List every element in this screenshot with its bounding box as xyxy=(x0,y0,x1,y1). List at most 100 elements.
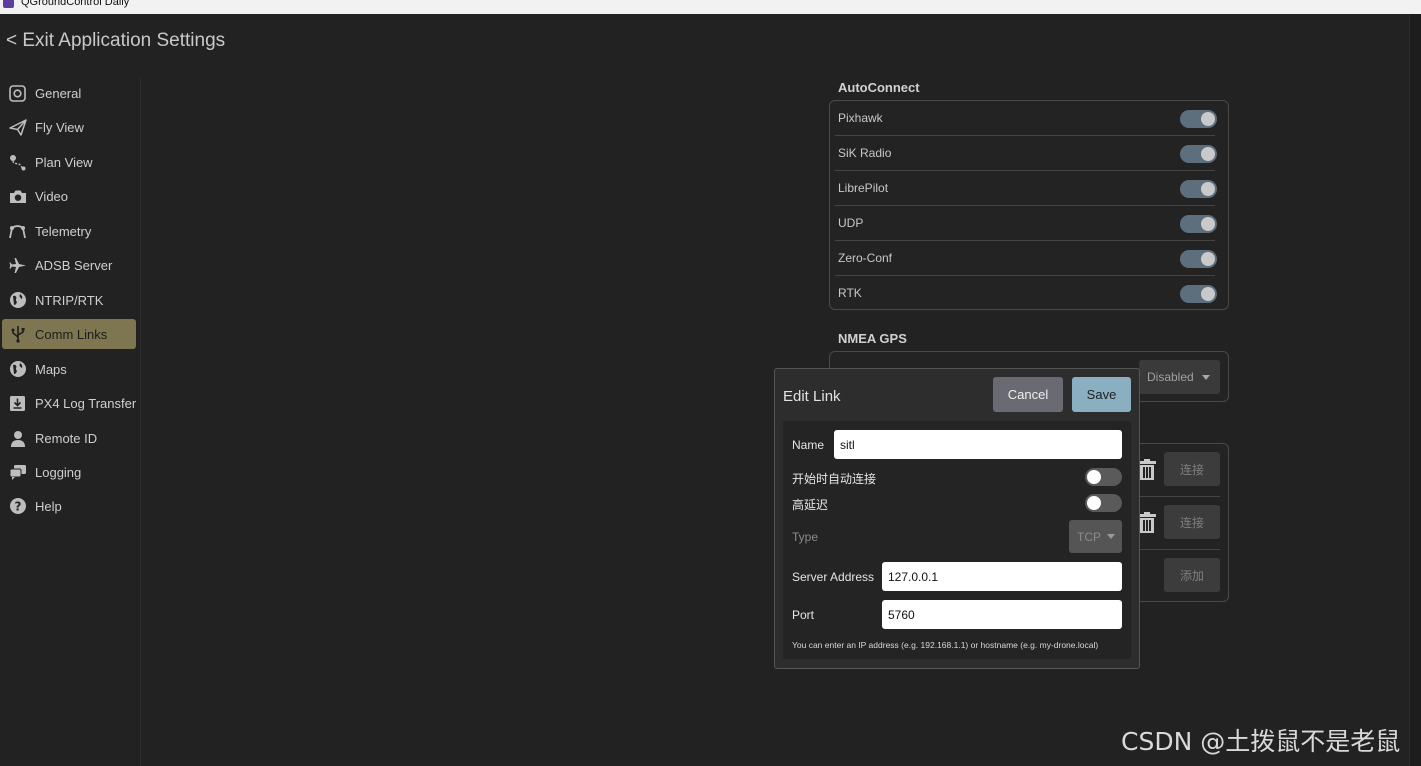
port-label: Port xyxy=(792,608,815,622)
camera-icon xyxy=(8,187,27,205)
connect-button[interactable]: 连接 xyxy=(1164,505,1220,539)
airplane-icon xyxy=(8,256,27,274)
autoconnect-label: LibrePilot xyxy=(838,181,889,195)
toggle-knob xyxy=(1201,182,1215,196)
row-divider xyxy=(1130,496,1220,497)
sidebar-item-general[interactable]: General xyxy=(2,78,136,108)
general-icon xyxy=(8,84,27,102)
sidebar-item-label: Video xyxy=(35,189,69,204)
port-field[interactable]: 5760 xyxy=(882,600,1122,629)
sidebar-item-label: Remote ID xyxy=(35,431,98,446)
sidebar-item-comm-links[interactable]: Comm Links xyxy=(2,319,136,349)
autoconnect-label: Zero-Conf xyxy=(838,251,893,265)
high-latency-label: 高延迟 xyxy=(792,498,829,512)
autoconnect-toggle[interactable] xyxy=(1180,180,1217,198)
watermark-text: CSDN @土拨鼠不是老鼠 xyxy=(1121,727,1401,756)
sidebar-item-plan-view[interactable]: Plan View xyxy=(2,147,136,177)
autoconnect-row-zero-conf: Zero-Conf xyxy=(830,241,1220,276)
sidebar-item-label: ADSB Server xyxy=(35,258,113,273)
autoconnect-label: RTK xyxy=(838,286,862,300)
sidebar-item-label: Help xyxy=(35,499,62,514)
sidebar-item-label: Logging xyxy=(35,465,82,480)
high-latency-toggle[interactable] xyxy=(1085,494,1122,512)
paper-plane-icon xyxy=(8,118,27,136)
autoconnect-label: SiK Radio xyxy=(838,146,892,160)
auto-connect-label: 开始时自动连接 xyxy=(792,472,877,486)
sidebar-item-telemetry[interactable]: Telemetry xyxy=(2,216,136,246)
sidebar-item-adsb-server[interactable]: ADSB Server xyxy=(2,250,136,280)
autoconnect-row-librepilot: LibrePilot xyxy=(830,171,1220,206)
save-button[interactable]: Save xyxy=(1072,377,1131,412)
autoconnect-toggle[interactable] xyxy=(1180,110,1217,128)
telemetry-icon xyxy=(8,222,27,240)
autoconnect-toggle[interactable] xyxy=(1180,145,1217,163)
name-field[interactable]: sitl xyxy=(834,430,1122,459)
sidebar-item-label: PX4 Log Transfer xyxy=(35,396,137,411)
autoconnect-row-pixhawk: Pixhawk xyxy=(830,101,1220,136)
row-divider xyxy=(1130,549,1220,550)
sidebar-item-label: Telemetry xyxy=(35,224,92,239)
sidebar-item-fly-view[interactable]: Fly View xyxy=(2,112,136,142)
sidebar-item-label: Maps xyxy=(35,362,67,377)
server-address-field[interactable]: 127.0.0.1 xyxy=(882,562,1122,591)
sidebar-item-help[interactable]: ? Help xyxy=(2,491,136,521)
chat-bubbles-icon xyxy=(8,463,27,481)
dialog-body: Name sitl 开始时自动连接 高延迟 Type TCP Server Ad… xyxy=(783,421,1131,659)
autoconnect-toggle[interactable] xyxy=(1180,215,1217,233)
edit-link-dialog: Edit Link Cancel Save Name sitl 开始时自动连接 … xyxy=(774,368,1140,669)
sidebar-item-label: Plan View xyxy=(35,155,93,170)
autoconnect-toggle[interactable] xyxy=(1180,250,1217,268)
address-hint: You can enter an IP address (e.g. 192.16… xyxy=(792,640,1099,650)
trash-icon[interactable] xyxy=(1137,459,1157,481)
toggle-knob xyxy=(1201,147,1215,161)
sidebar-item-logging[interactable]: Logging xyxy=(2,457,136,487)
dropdown-value: Disabled xyxy=(1147,370,1194,384)
toggle-knob xyxy=(1201,217,1215,231)
waypoint-path-icon xyxy=(8,153,27,171)
chevron-down-icon xyxy=(1201,374,1210,380)
nmea-gps-title: NMEA GPS xyxy=(838,331,907,346)
trash-icon[interactable] xyxy=(1137,512,1157,534)
qgc-app-icon xyxy=(3,0,14,8)
globe-icon xyxy=(8,360,27,378)
svg-text:?: ? xyxy=(14,500,21,514)
cancel-button[interactable]: Cancel xyxy=(993,377,1063,412)
chevron-down-icon xyxy=(1107,534,1115,539)
usb-icon xyxy=(8,325,27,343)
sidebar-divider xyxy=(140,78,141,766)
window-titlebar: QGroundControl Daily xyxy=(0,0,1421,14)
sidebar-item-ntrip-rtk[interactable]: NTRIP/RTK xyxy=(2,285,136,315)
person-icon xyxy=(8,429,27,447)
dropdown-value: TCP xyxy=(1077,529,1101,544)
autoconnect-row-sik-radio: SiK Radio xyxy=(830,136,1220,171)
sidebar-item-video[interactable]: Video xyxy=(2,181,136,211)
sidebar-item-maps[interactable]: Maps xyxy=(2,354,136,384)
autoconnect-title: AutoConnect xyxy=(838,80,920,95)
sidebar-item-label: NTRIP/RTK xyxy=(35,293,104,308)
name-label: Name xyxy=(792,438,825,452)
globe-icon xyxy=(8,291,27,309)
exit-settings-button[interactable]: < Exit Application Settings xyxy=(6,30,225,52)
window-right-edge xyxy=(1409,14,1421,766)
sidebar-item-remote-id[interactable]: Remote ID xyxy=(2,423,136,453)
autoconnect-label: Pixhawk xyxy=(838,111,883,125)
auto-connect-toggle[interactable] xyxy=(1085,468,1122,486)
connect-button[interactable]: 连接 xyxy=(1164,452,1220,486)
sidebar-item-px4-log-transfer[interactable]: PX4 Log Transfer xyxy=(2,388,136,418)
autoconnect-panel: Pixhawk SiK Radio LibrePilot UDP Zero-Co… xyxy=(829,100,1229,310)
nmea-device-dropdown[interactable]: Disabled xyxy=(1139,360,1220,394)
sidebar-item-label: Fly View xyxy=(35,120,84,135)
sidebar-item-label: Comm Links xyxy=(35,327,108,342)
toggle-knob xyxy=(1201,112,1215,126)
question-icon: ? xyxy=(8,497,27,515)
link-type-dropdown[interactable]: TCP xyxy=(1069,520,1122,553)
add-link-button[interactable]: 添加 xyxy=(1164,558,1220,592)
toggle-knob xyxy=(1201,287,1215,301)
autoconnect-toggle[interactable] xyxy=(1180,285,1217,303)
toggle-knob xyxy=(1201,252,1215,266)
download-icon xyxy=(8,394,27,412)
autoconnect-row-rtk: RTK xyxy=(830,276,1220,311)
dialog-title: Edit Link xyxy=(783,388,841,405)
toggle-knob xyxy=(1087,496,1101,510)
toggle-knob xyxy=(1087,470,1101,484)
